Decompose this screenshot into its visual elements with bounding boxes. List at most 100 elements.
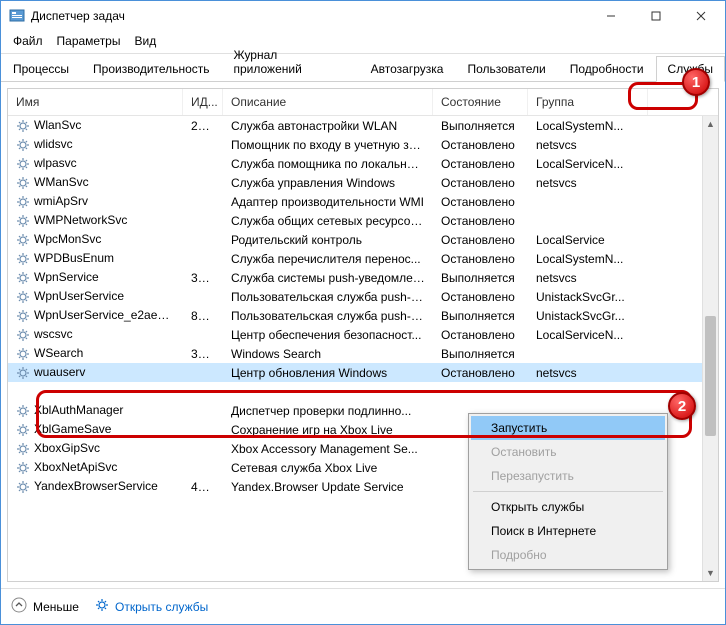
table-row[interactable] [8, 382, 718, 401]
col-group[interactable]: Группа [528, 89, 648, 115]
service-icon [16, 271, 30, 285]
service-icon [16, 214, 30, 228]
cell-name: wuauserv [8, 365, 183, 380]
cell-pid: 8780 [183, 309, 223, 323]
cell-name: WpnService [8, 270, 183, 285]
table-row[interactable]: WlanSvc2904Служба автонастройки WLANВыпо… [8, 116, 718, 135]
service-name-label: WpcMonSvc [34, 232, 101, 246]
cell-name: WMPNetworkSvc [8, 213, 183, 228]
cell-state: Остановлено [433, 252, 528, 266]
cell-name: XboxNetApiSvc [8, 460, 183, 475]
cell-pid: 2904 [183, 119, 223, 133]
open-services-label: Открыть службы [115, 600, 208, 614]
cell-desc: Служба перечислителя перенос... [223, 252, 433, 266]
service-name-label: wscsvc [34, 327, 73, 341]
service-name-label: WSearch [34, 346, 83, 360]
cell-state: Остановлено [433, 366, 528, 380]
cell-desc: Адаптер производительности WMI [223, 195, 433, 209]
service-icon [16, 176, 30, 190]
cell-desc: Пользовательская служба push-у... [223, 290, 433, 304]
col-name[interactable]: Имя [8, 89, 183, 115]
scroll-down-icon[interactable]: ▼ [703, 565, 718, 581]
service-name-label: XblGameSave [34, 422, 111, 436]
cell-desc: Xbox Accessory Management Se... [223, 442, 433, 456]
table-row[interactable]: WpcMonSvc Родительский контрольОстановлен… [8, 230, 718, 249]
cell-pid: 3928 [183, 347, 223, 361]
menu-view[interactable]: Вид [128, 32, 162, 50]
scroll-thumb[interactable] [705, 316, 716, 436]
menu-search-online[interactable]: Поиск в Интернете [471, 519, 665, 543]
table-row[interactable]: wscsvcЦентр обеспечения безопасност...Ос… [8, 325, 718, 344]
cell-state: Остановлено [433, 233, 528, 247]
tab-details[interactable]: Подробности [558, 56, 656, 81]
menu-open-services[interactable]: Открыть службы [471, 495, 665, 519]
cell-desc: Служба автонастройки WLAN [223, 119, 433, 133]
table-row[interactable]: WMPNetworkSvc Служба общих сетевых ресурс… [8, 211, 718, 230]
footer: Меньше Открыть службы [1, 588, 725, 624]
table-row[interactable]: WpnUserService Пользовательская служба pu… [8, 287, 718, 306]
col-state[interactable]: Состояние [433, 89, 528, 115]
scroll-up-icon[interactable]: ▲ [703, 116, 718, 132]
cell-state: Выполняется [433, 271, 528, 285]
menu-start[interactable]: Запустить [471, 416, 665, 440]
table-row[interactable]: wuauservЦентр обновления WindowsОстановл… [8, 363, 718, 382]
service-icon [16, 328, 30, 342]
service-icon [16, 347, 30, 361]
cell-group: LocalServiceN... [528, 157, 648, 171]
service-name-label: WManSvc [34, 175, 89, 189]
table-row[interactable]: WSearch3928Windows SearchВыполняется [8, 344, 718, 363]
cell-desc: Родительский контроль [223, 233, 433, 247]
service-name-label: wuauserv [34, 365, 85, 379]
cell-state: Остановлено [433, 195, 528, 209]
cell-name: WpnUserService [8, 289, 183, 304]
maximize-button[interactable] [633, 2, 678, 30]
tab-processes[interactable]: Процессы [1, 56, 81, 81]
col-pid[interactable]: ИД... [183, 89, 223, 115]
cell-desc: Служба общих сетевых ресурсов ... [223, 214, 433, 228]
cell-group: LocalSystemN... [528, 252, 648, 266]
scrollbar[interactable]: ▲ ▼ [702, 116, 718, 581]
service-icon [16, 157, 30, 171]
service-name-label: XboxNetApiSvc [34, 460, 117, 474]
cell-name: wlpasvc [8, 156, 183, 171]
badge-1: 1 [682, 68, 710, 96]
table-row[interactable]: wlpasvcСлужба помощника по локальны...Ос… [8, 154, 718, 173]
tab-users[interactable]: Пользователи [455, 56, 557, 81]
table-row[interactable]: wlidsvcПомощник по входу в учетную за...… [8, 135, 718, 154]
chevron-up-icon [11, 597, 27, 616]
table-row[interactable]: WpnService3256Служба системы push-уведом… [8, 268, 718, 287]
service-icon [16, 480, 30, 494]
table-row[interactable]: wmiApSrvАдаптер производительности WMIОс… [8, 192, 718, 211]
cell-group: netsvcs [528, 366, 648, 380]
cell-desc: Сетевая служба Xbox Live [223, 461, 433, 475]
menu-options[interactable]: Параметры [51, 32, 127, 50]
tab-performance[interactable]: Производительность [81, 56, 221, 81]
cell-desc: Сохранение игр на Xbox Live [223, 423, 433, 437]
service-icon [16, 423, 30, 437]
cell-name: wlidsvc [8, 137, 183, 152]
close-button[interactable] [678, 2, 723, 30]
table-row[interactable]: WpnUserService_e2aed618780Пользовательск… [8, 306, 718, 325]
tab-startup[interactable]: Автозагрузка [359, 56, 456, 81]
cell-group: netsvcs [528, 138, 648, 152]
menu-file[interactable]: Файл [7, 32, 49, 50]
table-row[interactable]: WPDBusEnum Служба перечислителя перенос..… [8, 249, 718, 268]
minimize-button[interactable] [588, 2, 633, 30]
open-services-button[interactable]: Открыть службы [95, 598, 208, 615]
cell-name: WSearch [8, 346, 183, 361]
service-icon [16, 366, 30, 380]
tab-apphistory[interactable]: Журнал приложений [222, 42, 359, 81]
service-name-label: XboxGipSvc [34, 441, 100, 455]
service-icon [16, 252, 30, 266]
service-icon [16, 233, 30, 247]
col-desc[interactable]: Описание [223, 89, 433, 115]
cell-name: WPDBusEnum [8, 251, 183, 266]
service-icon [16, 461, 30, 475]
cell-name: XblGameSave [8, 422, 183, 437]
cell-desc: Диспетчер проверки подлинно... [223, 404, 433, 418]
service-name-label: WMPNetworkSvc [34, 213, 127, 227]
column-headers: Имя ИД... Описание Состояние Группа [8, 89, 718, 116]
fewer-details-button[interactable]: Меньше [11, 597, 79, 616]
fewer-details-label: Меньше [33, 600, 79, 614]
table-row[interactable]: WManSvcСлужба управления WindowsОстановл… [8, 173, 718, 192]
